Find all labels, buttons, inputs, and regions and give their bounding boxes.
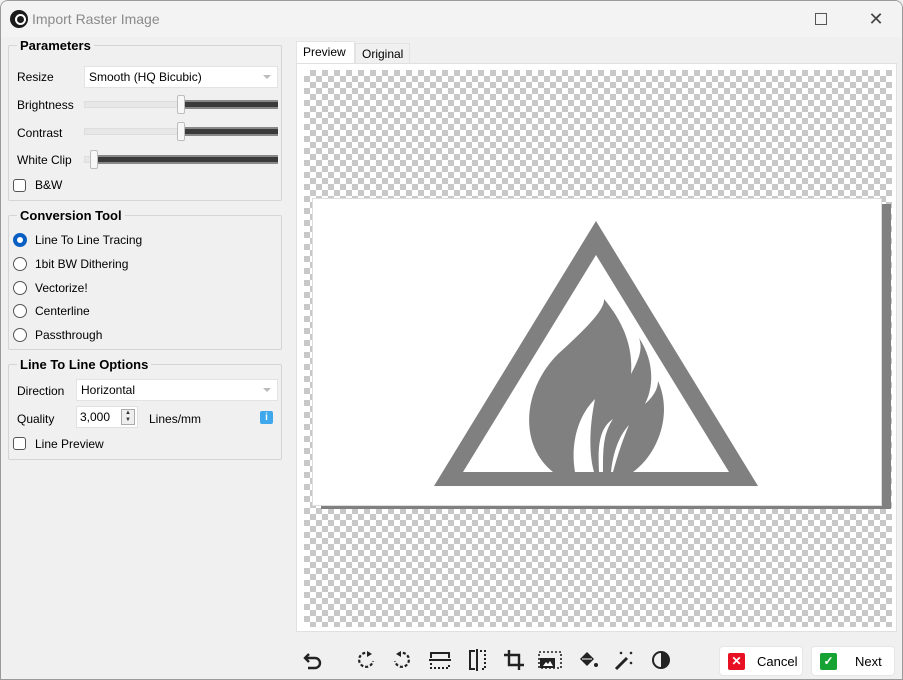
conversion-tool-legend: Conversion Tool xyxy=(17,208,125,223)
direction-value: Horizontal xyxy=(81,383,136,397)
cancel-button[interactable]: ✕ Cancel xyxy=(719,646,803,676)
flip-horizontal-button[interactable] xyxy=(463,643,491,677)
magic-wand-button[interactable] xyxy=(610,643,638,677)
fill-button[interactable] xyxy=(574,643,602,677)
auto-trim-button[interactable] xyxy=(536,643,564,677)
cancel-icon: ✕ xyxy=(728,652,745,670)
crop-button[interactable] xyxy=(500,643,528,677)
parameters-legend: Parameters xyxy=(17,38,94,53)
slider-fill xyxy=(181,100,278,109)
tab-original[interactable]: Original xyxy=(355,43,410,64)
maximize-icon xyxy=(815,13,827,25)
close-icon: ✕ xyxy=(868,8,884,29)
transparency-checkerboard xyxy=(304,70,892,627)
slider-thumb[interactable] xyxy=(177,95,185,114)
line-options-legend: Line To Line Options xyxy=(17,357,152,372)
magic-wand-icon xyxy=(614,651,633,671)
slider-thumb[interactable] xyxy=(177,122,185,141)
rotate-cw-button[interactable] xyxy=(352,643,380,677)
brightness-label: Brightness xyxy=(17,98,74,112)
brightness-slider[interactable] xyxy=(84,95,278,115)
info-icon[interactable]: i xyxy=(260,411,273,424)
radio-centerline[interactable] xyxy=(13,304,27,318)
contrast-label: Contrast xyxy=(17,126,63,140)
radio-line-to-line[interactable] xyxy=(13,233,27,247)
next-button[interactable]: ✓ Next xyxy=(811,646,895,676)
flip-vertical-icon xyxy=(429,652,451,669)
flip-horizontal-icon xyxy=(469,649,486,671)
radio-passthrough[interactable] xyxy=(13,328,27,342)
auto-trim-icon xyxy=(538,651,562,669)
white-clip-slider[interactable] xyxy=(84,150,278,170)
fill-bucket-icon xyxy=(580,652,598,667)
option-label: 1bit BW Dithering xyxy=(35,257,129,271)
quality-value: 3,000 xyxy=(80,410,111,424)
slider-thumb[interactable] xyxy=(90,150,98,169)
title-bar: Import Raster Image ✕ xyxy=(1,1,902,37)
rotate-ccw-icon xyxy=(393,651,410,668)
preview-image xyxy=(312,198,882,506)
app-logo-icon xyxy=(10,10,28,28)
contrast-slider[interactable] xyxy=(84,122,278,142)
next-label: Next xyxy=(855,653,882,669)
option-label: Line To Line Tracing xyxy=(35,233,143,247)
option-label: Vectorize! xyxy=(35,281,88,295)
rotate-ccw-button[interactable] xyxy=(388,643,416,677)
chevron-down-icon xyxy=(263,388,271,392)
quality-spinner[interactable]: ▲ ▼ xyxy=(121,409,135,425)
direction-dropdown[interactable]: Horizontal xyxy=(76,379,278,401)
slider-track xyxy=(84,128,181,135)
slider-fill xyxy=(94,155,278,164)
radio-vectorize[interactable] xyxy=(13,281,27,295)
resize-value: Smooth (HQ Bicubic) xyxy=(89,70,202,84)
import-raster-dialog: Import Raster Image ✕ Parameters Resize … xyxy=(0,0,903,680)
invert-icon xyxy=(652,651,670,669)
rotate-cw-icon xyxy=(358,651,375,668)
tab-preview[interactable]: Preview xyxy=(296,41,355,63)
line-preview-checkbox[interactable] xyxy=(13,437,26,450)
preview-panel xyxy=(296,63,897,632)
quality-unit: Lines/mm xyxy=(149,412,202,426)
resize-label: Resize xyxy=(17,70,54,84)
cancel-label: Cancel xyxy=(757,653,798,669)
option-label: Centerline xyxy=(35,304,90,318)
slider-track xyxy=(84,101,181,108)
line-preview-label: Line Preview xyxy=(35,437,104,451)
quality-input[interactable]: 3,000 ▲ ▼ xyxy=(76,406,138,428)
option-label: Passthrough xyxy=(35,328,103,342)
quality-label: Quality xyxy=(17,412,55,426)
flammable-warning-icon xyxy=(434,221,758,486)
bw-checkbox[interactable] xyxy=(13,179,26,192)
undo-icon xyxy=(303,653,322,670)
close-button[interactable]: ✕ xyxy=(853,5,899,33)
chevron-down-icon xyxy=(263,75,271,79)
resize-dropdown[interactable]: Smooth (HQ Bicubic) xyxy=(84,66,278,88)
undo-button[interactable] xyxy=(299,643,327,677)
maximize-button[interactable] xyxy=(798,5,844,33)
white-clip-label: White Clip xyxy=(17,153,72,167)
slider-fill xyxy=(181,127,278,136)
crop-icon xyxy=(504,650,524,670)
bw-label: B&W xyxy=(35,178,63,192)
window-title: Import Raster Image xyxy=(32,11,160,27)
flip-vertical-button[interactable] xyxy=(426,643,454,677)
radio-1bit-dithering[interactable] xyxy=(13,257,27,271)
check-icon: ✓ xyxy=(820,652,837,670)
invert-button[interactable] xyxy=(647,643,675,677)
direction-label: Direction xyxy=(17,384,65,398)
